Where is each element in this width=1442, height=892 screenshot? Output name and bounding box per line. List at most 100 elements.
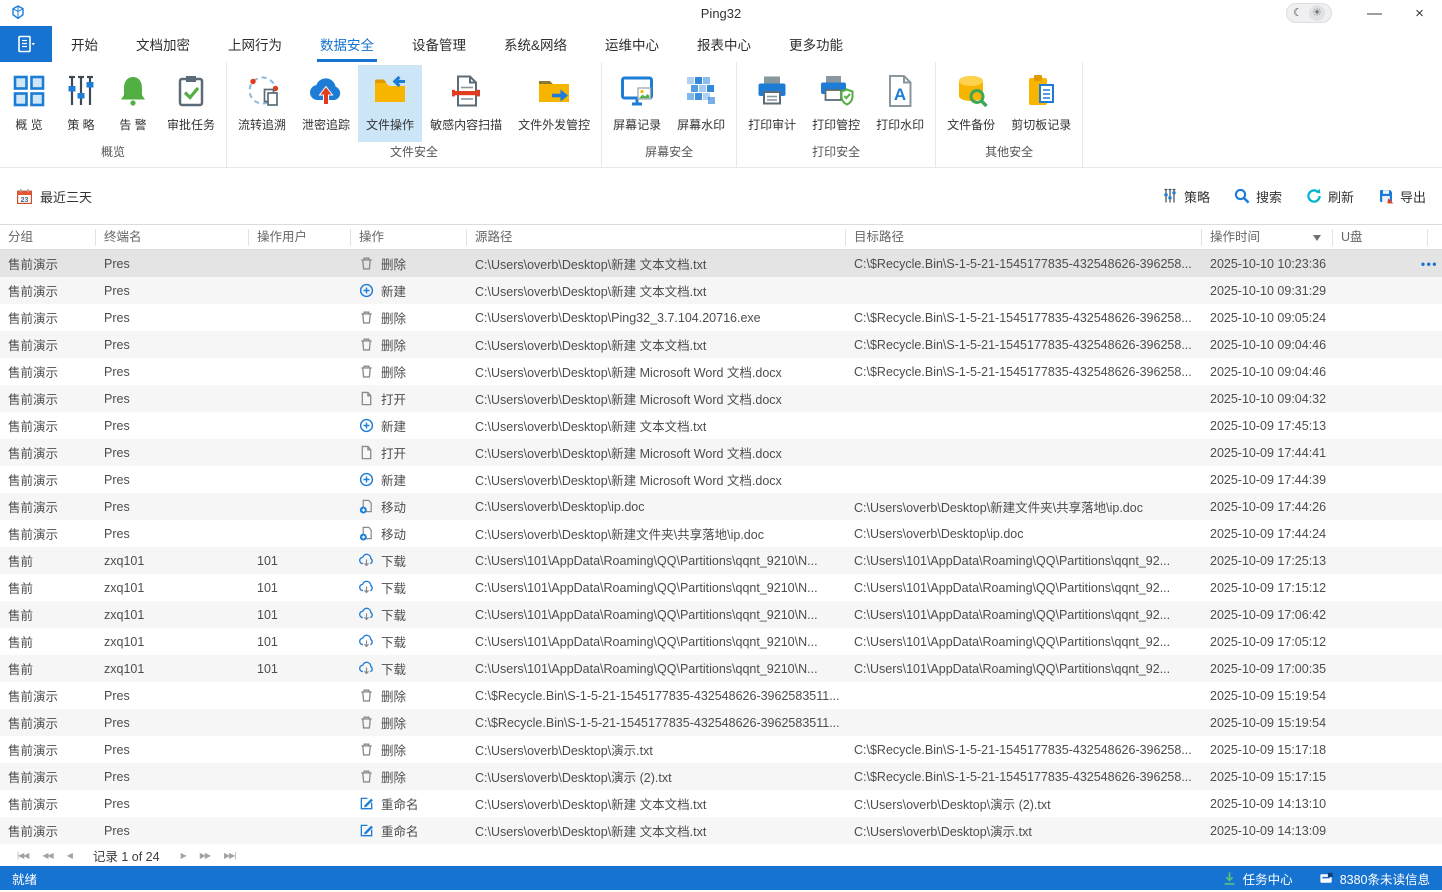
main-menu-button[interactable] [0,26,52,62]
tab-7[interactable]: 报表中心 [678,26,770,62]
operation-label: 删除 [381,254,406,273]
sun-icon[interactable]: ☀ [1309,5,1325,21]
ribbon-button-doc-a[interactable]: A打印水印 [868,65,932,142]
group-cell: 售前演示 [0,416,96,435]
table-row[interactable]: 售前演示Pres删除C:\$Recycle.Bin\S-1-5-21-15451… [0,709,1442,736]
unread-messages-button[interactable]: 8380条未读信息 [1319,869,1430,888]
last-page-button[interactable]: ▶▶| [217,851,242,860]
tab-1[interactable]: 文档加密 [117,26,209,62]
tab-3[interactable]: 数据安全 [301,26,393,62]
date-range-filter[interactable]: 23 最近三天 [16,187,92,206]
table-row[interactable]: 售前演示Pres删除C:\Users\overb\Desktop\新建 文本文档… [0,331,1442,358]
table-row[interactable]: 售前演示Pres删除C:\Users\overb\Desktop\新建 文本文档… [0,250,1442,277]
ribbon-button-monitor-record[interactable]: 屏幕记录 [605,65,669,142]
column-header-3[interactable]: 操作 [351,229,467,246]
ribbon-button-printer[interactable]: 打印审计 [740,65,804,142]
ribbon-group-4: 文件备份剪切板记录其他安全 [936,62,1083,167]
close-button[interactable]: × [1397,0,1442,26]
tab-5[interactable]: 系统&网络 [485,26,586,62]
table-row[interactable]: 售前zxq101101下载C:\Users\101\AppData\Roamin… [0,574,1442,601]
user-cell: 101 [249,608,351,622]
column-header-0[interactable]: 分组 [0,229,96,246]
filter-bar: 23 最近三天 策略 搜索 刷新 导出 [0,168,1442,224]
task-center-button[interactable]: 任务中心 [1222,869,1293,888]
table-row[interactable]: 售前演示Pres删除C:\Users\overb\Desktop\演示.txtC… [0,736,1442,763]
column-header-2[interactable]: 操作用户 [249,229,351,246]
ribbon-button-bell[interactable]: 告 警 [107,65,159,142]
operation-cell: 删除 [351,740,467,759]
column-header-6[interactable]: 操作时间 [1202,229,1333,246]
table-row[interactable]: 售前演示Pres打开C:\Users\overb\Desktop\新建 Micr… [0,439,1442,466]
column-header-filler [1428,229,1442,246]
ribbon-button-clipboard-doc[interactable]: 剪切板记录 [1003,65,1079,142]
filter-action-label: 策略 [1184,187,1210,206]
doc-scan-icon [448,73,484,109]
table-row[interactable]: 售前演示Pres删除C:\$Recycle.Bin\S-1-5-21-15451… [0,682,1442,709]
table-row[interactable]: 售前演示Pres重命名C:\Users\overb\Desktop\新建 文本文… [0,817,1442,844]
tab-4[interactable]: 设备管理 [393,26,485,62]
operation-cell: 下载 [351,551,467,570]
ribbon-button-cloud-up[interactable]: 泄密追踪 [294,65,358,142]
theme-toggle[interactable]: ☾ ☀ [1286,3,1332,23]
table-row[interactable]: 售前zxq101101下载C:\Users\101\AppData\Roamin… [0,628,1442,655]
table-row[interactable]: 售前演示Pres新建C:\Users\overb\Desktop\新建 Micr… [0,466,1442,493]
ribbon-button-label: 打印审计 [748,116,796,133]
ribbon-button-mosaic[interactable]: 屏幕水印 [669,65,733,142]
group-cell: 售前演示 [0,308,96,327]
table-row[interactable]: 售前演示Pres重命名C:\Users\overb\Desktop\新建 文本文… [0,790,1442,817]
table-row[interactable]: 售前演示Pres移动C:\Users\overb\Desktop\ip.docC… [0,493,1442,520]
refresh-button[interactable]: 刷新 [1306,187,1354,206]
src-cell: C:\Users\101\AppData\Roaming\QQ\Partitio… [467,608,846,622]
table-row[interactable]: 售前zxq101101下载C:\Users\101\AppData\Roamin… [0,601,1442,628]
ribbon-button-label: 文件操作 [366,116,414,133]
tab-0[interactable]: 开始 [52,26,117,62]
dst-cell: C:\Users\101\AppData\Roaming\QQ\Partitio… [846,554,1202,568]
column-header-5[interactable]: 目标路径 [846,229,1202,246]
ribbon-button-clipboard-check[interactable]: 审批任务 [159,65,223,142]
ribbon-button-printer-shield[interactable]: 打印管控 [804,65,868,142]
ribbon-button-label: 文件备份 [947,116,995,133]
ribbon-button-folder-return[interactable]: 文件操作 [358,65,422,142]
tab-6[interactable]: 运维中心 [586,26,678,62]
table-row[interactable]: 售前演示Pres新建C:\Users\overb\Desktop\新建 文本文档… [0,277,1442,304]
tab-8[interactable]: 更多功能 [770,26,862,62]
column-header-1[interactable]: 终端名 [96,229,249,246]
ribbon-button-database-search[interactable]: 文件备份 [939,65,1003,142]
operation-cell: 下载 [351,578,467,597]
moon-icon[interactable]: ☾ [1293,8,1303,19]
table-row[interactable]: 售前演示Pres新建C:\Users\overb\Desktop\新建 文本文档… [0,412,1442,439]
search-button[interactable]: 搜索 [1234,187,1282,206]
table-row[interactable]: 售前演示Pres删除C:\Users\overb\Desktop\演示 (2).… [0,763,1442,790]
time-cell: 2025-10-09 14:13:09 [1202,824,1333,838]
ribbon-group-label: 概览 [0,143,226,167]
ribbon-button-folder-out[interactable]: 文件外发管控 [510,65,598,142]
dst-cell: C:\Users\overb\Desktop\ip.doc [846,527,1202,541]
prev-page-button[interactable]: ◀ [60,851,79,860]
table-row[interactable]: 售前演示Pres删除C:\Users\overb\Desktop\新建 Micr… [0,358,1442,385]
sliders-small-button[interactable]: 策略 [1162,187,1210,206]
fast-prev-page-button[interactable]: ◀◀ [35,851,59,860]
table-row[interactable]: 售前演示Pres打开C:\Users\overb\Desktop\新建 Micr… [0,385,1442,412]
ribbon-button-doc-scan[interactable]: 敏感内容扫描 [422,65,510,142]
operation-cell: 删除 [351,686,467,705]
tab-2[interactable]: 上网行为 [209,26,301,62]
terminal-cell: Pres [96,500,249,514]
ribbon-button-overview-grid[interactable]: 概 览 [3,65,55,142]
table-row[interactable]: 售前zxq101101下载C:\Users\101\AppData\Roamin… [0,655,1442,682]
ribbon-button-trace[interactable]: 流转追溯 [230,65,294,142]
table-row[interactable]: 售前演示Pres移动C:\Users\overb\Desktop\新建文件夹\共… [0,520,1442,547]
column-header-4[interactable]: 源路径 [467,229,846,246]
table-row[interactable]: 售前zxq101101下载C:\Users\101\AppData\Roamin… [0,547,1442,574]
next-page-button[interactable]: ▶ [174,851,193,860]
src-cell: C:\Users\overb\Desktop\新建 文本文档.txt [467,416,846,435]
fast-next-page-button[interactable]: ▶▶ [193,851,217,860]
column-header-7[interactable]: U盘 [1333,229,1428,246]
export-button[interactable]: 导出 [1378,187,1426,206]
minimize-button[interactable]: — [1352,0,1397,26]
ribbon-button-sliders[interactable]: 策 略 [55,65,107,142]
operation-label: 下载 [381,632,406,651]
table-row[interactable]: 售前演示Pres删除C:\Users\overb\Desktop\Ping32_… [0,304,1442,331]
record-count: 记录 1 of 24 [93,846,160,865]
trace-icon [244,73,280,109]
first-page-button[interactable]: |◀◀ [10,851,35,860]
